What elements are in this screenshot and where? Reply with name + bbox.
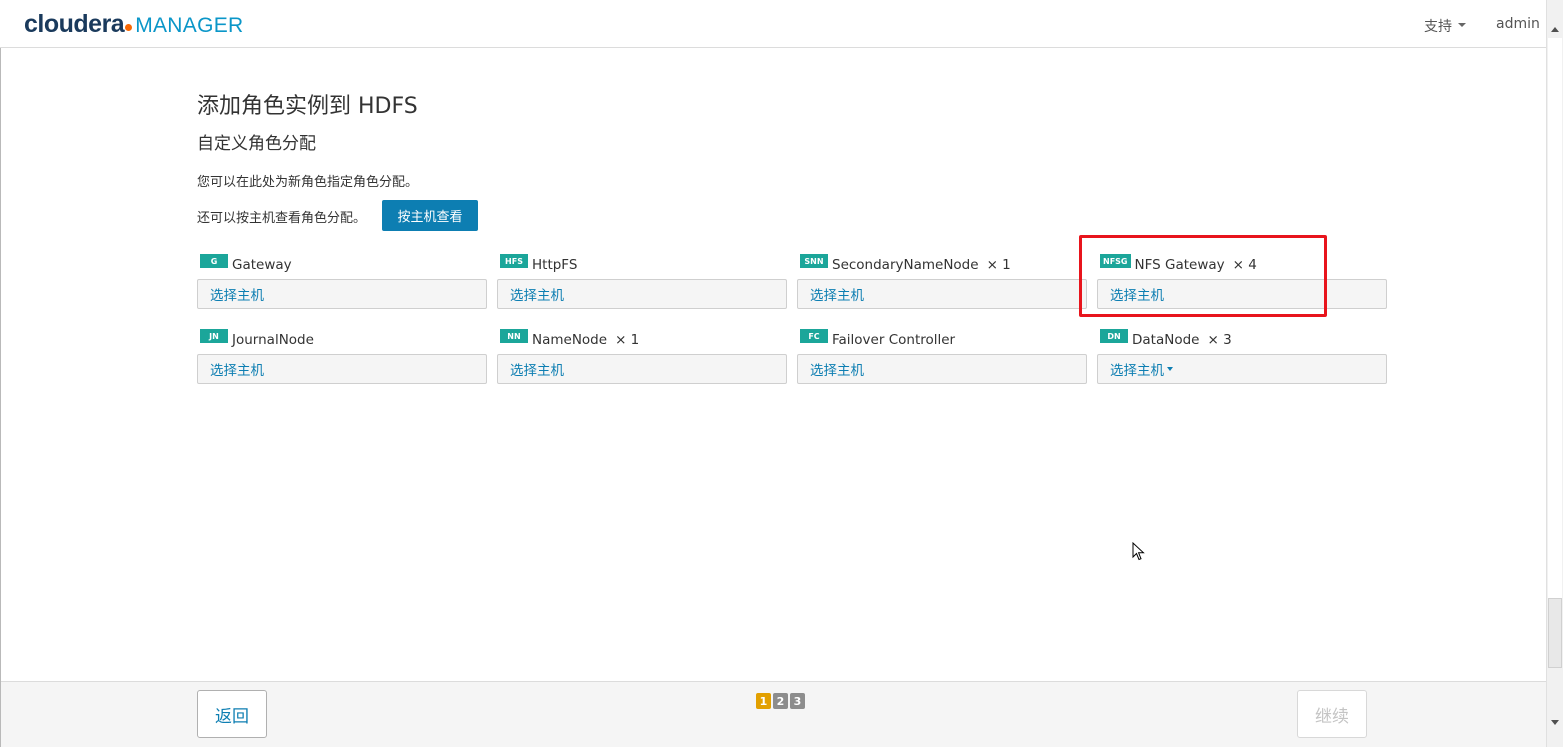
role-count: × 1 <box>986 257 1011 273</box>
select-hosts-link[interactable]: 选择主机 <box>510 359 564 379</box>
scroll-down-arrow-icon[interactable] <box>1551 720 1559 725</box>
role-count: × 1 <box>615 332 640 348</box>
top-navbar: cloudera MANAGER 支持 admin <box>0 0 1554 48</box>
role-badge: DN <box>1100 329 1128 343</box>
select-hosts-field[interactable]: 选择主机 <box>797 354 1087 384</box>
role-badge: HFS <box>500 254 528 268</box>
select-hosts-dropdown[interactable]: 选择主机 <box>1097 354 1387 384</box>
select-hosts-link[interactable]: 选择主机 <box>210 284 264 304</box>
role-header: G Gateway <box>200 254 292 275</box>
role-header: FC Failover Controller <box>800 329 956 350</box>
role-name: DataNode <box>1132 332 1200 348</box>
scrollbar-thumb[interactable] <box>1548 598 1562 668</box>
role-name: NameNode <box>532 332 608 348</box>
scrollbar-track <box>1548 38 1562 658</box>
scroll-up-arrow-icon[interactable] <box>1551 27 1559 32</box>
wizard-step[interactable]: 1 <box>756 693 771 709</box>
page-subtitle: 自定义角色分配 <box>197 134 316 154</box>
logo-dot-icon <box>125 24 133 31</box>
vertical-scrollbar[interactable] <box>1546 0 1563 747</box>
annotation-highlight-box <box>1079 235 1327 317</box>
select-hosts-field[interactable]: 选择主机 <box>197 279 487 309</box>
logo-product: MANAGER <box>135 14 244 37</box>
select-hosts-link[interactable]: 选择主机 <box>510 284 564 304</box>
intro-text: 您可以在此处为新角色指定角色分配。 <box>197 175 419 190</box>
support-menu[interactable]: 支持 <box>1424 16 1466 36</box>
role-header: HFS HttpFS <box>500 254 578 275</box>
select-hosts-field[interactable]: 选择主机 <box>497 279 787 309</box>
back-button[interactable]: 返回 <box>197 690 267 738</box>
select-hosts-link[interactable]: 选择主机 <box>810 359 864 379</box>
logo-word: cloudera <box>24 10 125 38</box>
select-hosts-link[interactable]: 选择主机 <box>210 359 264 379</box>
chevron-down-icon <box>1167 367 1173 371</box>
role-header: DN DataNode × 3 <box>1100 329 1232 350</box>
support-menu-label: 支持 <box>1424 19 1452 35</box>
role-count: × 3 <box>1207 332 1232 348</box>
role-name: JournalNode <box>232 332 314 348</box>
role-header: NN NameNode × 1 <box>500 329 640 350</box>
select-hosts-field[interactable]: 选择主机 <box>797 279 1087 309</box>
view-by-host-button[interactable]: 按主机查看 <box>382 200 478 231</box>
user-menu-label: admin <box>1496 16 1540 32</box>
role-badge: NN <box>500 329 528 343</box>
select-hosts-field[interactable]: 选择主机 <box>197 354 487 384</box>
wizard-step[interactable]: 3 <box>790 693 805 709</box>
wizard-step[interactable]: 2 <box>773 693 788 709</box>
role-badge: SNN <box>800 254 828 268</box>
cloudera-manager-logo[interactable]: cloudera MANAGER <box>24 10 243 38</box>
role-name: Failover Controller <box>832 332 956 348</box>
continue-button[interactable]: 继续 <box>1297 690 1367 738</box>
role-header: JN JournalNode <box>200 329 314 350</box>
select-hosts-field[interactable]: 选择主机 <box>497 354 787 384</box>
role-header: SNN SecondaryNameNode × 1 <box>800 254 1011 275</box>
view-by-host-text: 还可以按主机查看角色分配。 <box>197 211 367 226</box>
role-badge: FC <box>800 329 828 343</box>
select-hosts-link[interactable]: 选择主机 <box>810 284 864 304</box>
chevron-down-icon <box>1458 23 1466 27</box>
select-hosts-link[interactable]: 选择主机 <box>1110 359 1164 379</box>
role-name: Gateway <box>232 257 292 273</box>
wizard-step-indicator: 1 2 3 <box>756 693 805 709</box>
role-badge: JN <box>200 329 228 343</box>
role-name: HttpFS <box>532 257 578 273</box>
role-badge: G <box>200 254 228 268</box>
mouse-cursor-icon <box>1132 542 1145 561</box>
role-name: SecondaryNameNode <box>832 257 979 273</box>
page-title: 添加角色实例到 HDFS <box>197 94 418 119</box>
